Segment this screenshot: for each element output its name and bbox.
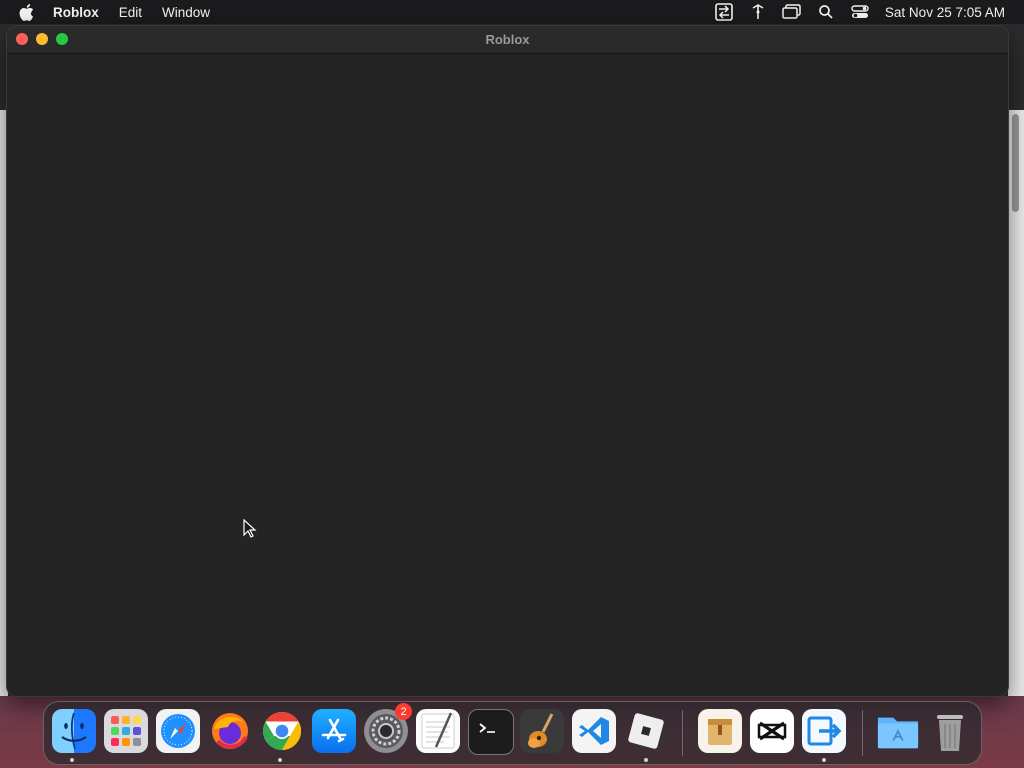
apple-menu-icon[interactable] [19, 3, 35, 21]
textedit-icon[interactable] [416, 709, 460, 753]
firefox-icon[interactable] [208, 709, 252, 753]
vscode-icon[interactable] [572, 709, 616, 753]
archive-icon[interactable] [698, 709, 742, 753]
launchpad-icon[interactable] [104, 709, 148, 753]
spotlight-search-icon[interactable] [816, 3, 836, 21]
menu-bar: Roblox Edit Window Sat Nov 25 7:05 AM [0, 0, 1024, 24]
chrome-running-indicator [278, 758, 282, 762]
trash-icon[interactable] [928, 709, 972, 753]
finder-running-indicator [70, 758, 74, 762]
roblox-content-area[interactable] [7, 54, 1008, 696]
roblox-icon[interactable] [624, 709, 668, 753]
system-settings-icon[interactable]: 2 [364, 703, 412, 753]
notification-badge: 2 [395, 703, 412, 720]
window-title-bar[interactable]: Roblox [7, 26, 1008, 54]
menu-app-name[interactable]: Roblox [49, 0, 109, 24]
screen-mirroring-icon[interactable] [782, 3, 802, 21]
dock-separator [862, 710, 863, 756]
roblox-window: Roblox [7, 26, 1008, 696]
garageband-icon[interactable] [520, 709, 564, 753]
capcut-icon[interactable] [750, 709, 794, 753]
control-center-icon[interactable] [850, 3, 870, 21]
airdrop-status-icon[interactable] [748, 3, 768, 21]
menu-window[interactable]: Window [152, 0, 220, 24]
background-scroll-thumb[interactable] [1012, 114, 1019, 212]
app-store-icon[interactable] [312, 709, 356, 753]
terminal-icon[interactable] [468, 709, 514, 755]
roblox-running-indicator [644, 758, 648, 762]
dock: 2 [43, 701, 982, 765]
safari-icon[interactable] [156, 709, 200, 753]
menu-bar-clock[interactable]: Sat Nov 25 7:05 AM [885, 5, 1005, 20]
migration-icon[interactable] [802, 709, 846, 753]
migration-status-icon[interactable] [714, 3, 734, 21]
migration-running-indicator [822, 758, 826, 762]
dock-separator [682, 710, 683, 756]
menu-edit[interactable]: Edit [109, 0, 152, 24]
mouse-pointer-icon [243, 518, 257, 539]
window-title: Roblox [485, 32, 530, 47]
finder-icon[interactable] [52, 709, 96, 753]
applications-folder-icon[interactable] [876, 709, 920, 753]
chrome-icon[interactable] [260, 709, 304, 753]
